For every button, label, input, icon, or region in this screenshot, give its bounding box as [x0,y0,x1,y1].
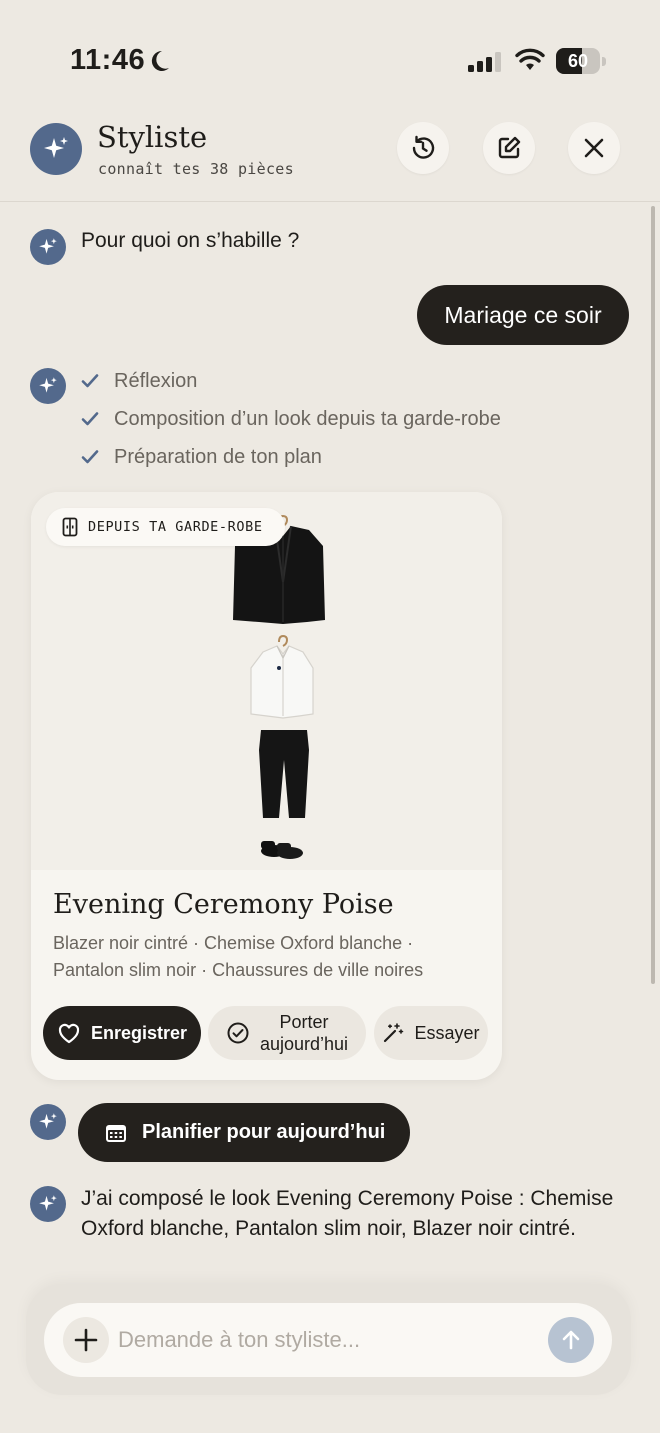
plan-today-button[interactable]: Planifier pour aujourd’hui [78,1103,410,1162]
progress-step: Réflexion [80,366,197,396]
progress-step: Composition d’un look depuis ta garde-ro… [80,404,501,434]
sparkle-icon [39,1113,57,1129]
user-message: Mariage ce soir [417,285,629,345]
page-subtitle: connaît tes 38 pièces [98,160,294,178]
bot-avatar [30,1104,66,1140]
close-icon [584,138,604,158]
outfit-image: DEPUIS TA GARDE-ROBE [31,492,502,870]
try-on-label: Essayer [414,1022,480,1043]
plus-icon [74,1328,98,1352]
wear-today-line1: Porter [279,1012,329,1032]
wardrobe-icon [62,517,78,537]
magic-wand-icon [384,1023,404,1043]
plan-today-label: Planifier pour aujourd’hui [142,1121,386,1143]
history-icon [412,135,435,159]
step-label: Réflexion [114,369,198,392]
sparkle-icon [44,137,68,158]
edit-icon [498,136,521,159]
try-on-button[interactable]: Essayer [374,1006,488,1060]
page-title: Styliste [97,120,208,154]
send-button[interactable] [548,1317,594,1363]
moon-icon [151,50,169,71]
status-time: 11:46 [70,44,146,76]
composer-box [44,1303,612,1377]
save-button[interactable]: Enregistrer [43,1006,201,1060]
sparkle-icon [39,377,57,393]
bot-message: Pour quoi on s’habille ? [81,229,300,252]
check-icon [81,450,99,464]
wear-today-button[interactable]: Porter aujourd’hui [208,1006,366,1060]
sparkle-icon [39,238,57,254]
composer [26,1284,631,1395]
wear-today-line2: aujourd’hui [259,1034,349,1054]
progress-step: Préparation de ton plan [80,442,322,472]
battery-percent: 60 [567,51,589,71]
bot-message: J’ai composé le look Evening Ceremony Po… [81,1187,614,1240]
wifi-icon [515,48,545,70]
bot-avatar [30,229,66,265]
attach-button[interactable] [63,1317,109,1363]
message-input[interactable] [118,1323,538,1357]
outfit-description: Blazer noir cintré · Chemise Oxford blan… [53,933,424,980]
bot-avatar [30,368,66,404]
wardrobe-badge: DEPUIS TA GARDE-ROBE [46,508,285,546]
check-icon [81,412,99,426]
outfit-illustration [233,514,325,859]
check-icon [81,374,99,388]
bot-avatar [30,1186,66,1222]
outfit-title: Evening Ceremony Poise [53,889,394,920]
step-label: Préparation de ton plan [114,445,322,468]
sparkle-icon [39,1195,57,1211]
close-button[interactable] [568,122,620,174]
scrollbar[interactable] [651,206,655,984]
badge-label: DEPUIS TA GARDE-ROBE [88,519,263,535]
wear-today-label: Porter aujourd’hui [260,1011,348,1055]
history-button[interactable] [397,122,449,174]
new-chat-button[interactable] [483,122,535,174]
header-divider [0,201,660,202]
heart-icon [58,1023,80,1044]
stylist-avatar [30,123,82,175]
save-label: Enregistrer [90,1022,188,1043]
outfit-card[interactable]: DEPUIS TA GARDE-ROBE Evening Ceremony Po… [31,492,502,1080]
signal-icon [468,52,501,72]
battery-indicator: 60 [556,48,606,74]
calendar-icon [106,1124,126,1142]
check-circle-icon [227,1022,249,1044]
arrow-up-icon [562,1330,580,1350]
step-label: Composition d’un look depuis ta garde-ro… [114,407,501,430]
